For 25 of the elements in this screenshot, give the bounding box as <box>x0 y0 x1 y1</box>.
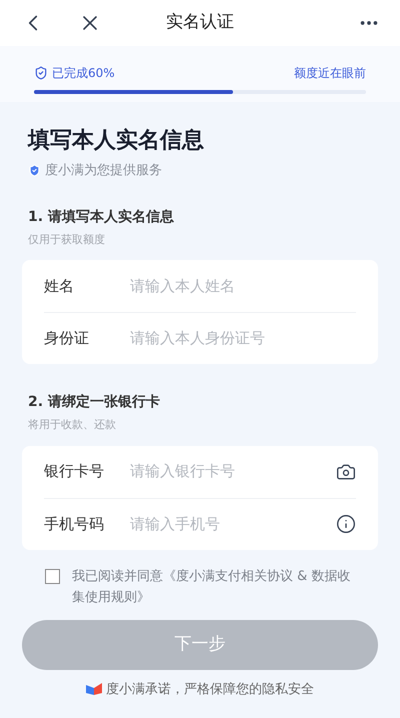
input-field[interactable]: 请输入手机号 <box>130 512 336 536</box>
window-title: 实名认证 <box>166 11 234 34</box>
section-note: 将用于收款、还款 <box>27 417 117 433</box>
field-label: 姓名 <box>44 276 75 297</box>
field-label: 身份证 <box>44 328 90 350</box>
section-title: 2. 请绑定一张银行卡 <box>27 392 161 412</box>
input-field[interactable]: 请输入本人姓名 <box>130 274 356 298</box>
section-note: 仅用于获取额度 <box>27 232 106 248</box>
field-label: 银行卡号 <box>44 461 105 482</box>
progress-label: 已完成60% <box>52 65 115 82</box>
info-icon[interactable] <box>336 514 356 534</box>
input-field[interactable]: 请输入本人身份证号 <box>130 327 356 350</box>
shield-icon <box>28 164 41 178</box>
input-field[interactable]: 请输入银行卡号 <box>130 460 336 483</box>
logo-icon <box>86 683 102 696</box>
section-title: 1. 请填写本人实名信息 <box>27 208 175 226</box>
shield-icon <box>34 66 48 80</box>
camera-icon[interactable] <box>336 462 356 482</box>
agreement-text: 我已阅读并同意《度小满支付相关协议 & 数据收集使用规则》 <box>72 568 352 606</box>
privacy-note: 度小满承诺，严格保障您的隐私安全 <box>106 680 314 698</box>
page-heading: 填写本人实名信息 <box>28 127 205 155</box>
agreement-checkbox[interactable] <box>45 568 60 584</box>
field-label: 手机号码 <box>44 514 105 535</box>
provider-text: 度小满为您提供服务 <box>45 162 162 180</box>
progress-hint: 额度近在眼前 <box>294 65 366 82</box>
